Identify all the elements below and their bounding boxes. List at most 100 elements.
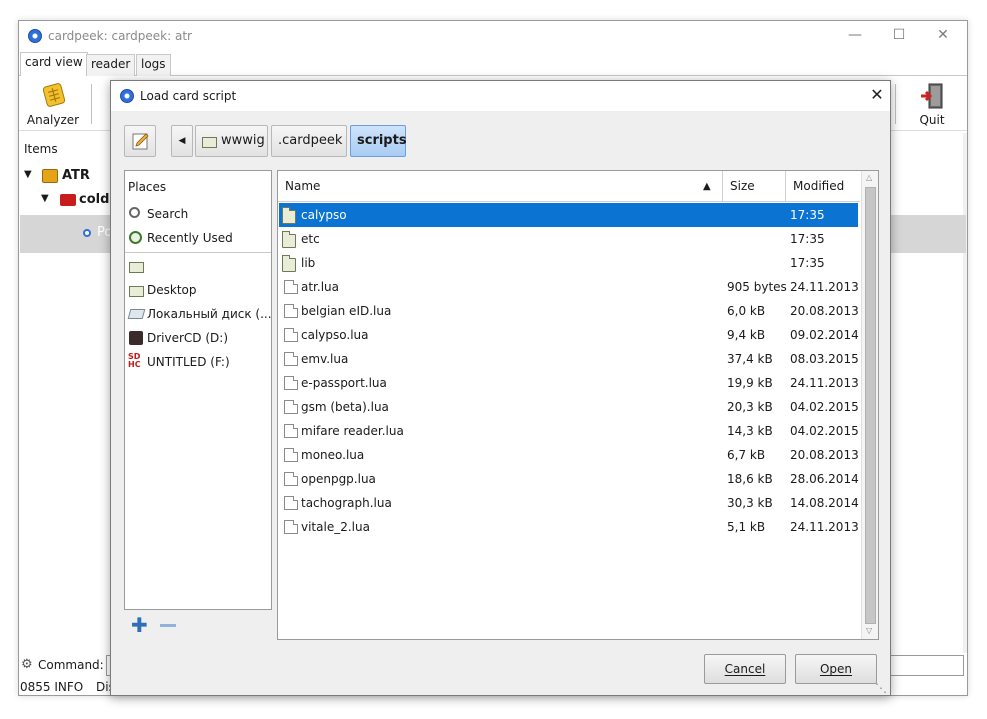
file-row[interactable]: atr.lua 905 bytes 24.11.2013 <box>279 275 859 299</box>
file-icon <box>284 328 298 342</box>
file-size: 19,9 kB <box>727 376 773 390</box>
file-modified: 08.03.2015 <box>790 352 859 366</box>
path-item-scripts[interactable]: scripts <box>350 125 407 157</box>
file-name: calypso.lua <box>301 328 369 342</box>
magnifier-icon <box>129 207 140 218</box>
file-row[interactable]: calypso.lua 9,4 kB 09.02.2014 <box>279 323 859 347</box>
card-icon <box>42 169 58 183</box>
file-row[interactable]: vitale_2.lua 5,1 kB 24.11.2013 <box>279 515 859 539</box>
file-row[interactable]: emv.lua 37,4 kB 08.03.2015 <box>279 347 859 371</box>
file-row[interactable]: moneo.lua 6,7 kB 20.08.2013 <box>279 443 859 467</box>
folder-icon <box>282 255 296 272</box>
file-modified: 09.02.2014 <box>790 328 859 342</box>
quit-button[interactable]: Quit <box>903 80 961 128</box>
file-row[interactable]: tachograph.lua 30,3 kB 14.08.2014 <box>279 491 859 515</box>
toolbar-separator <box>91 84 92 124</box>
path-item-wwwig[interactable]: wwwig <box>195 125 268 157</box>
file-icon <box>284 472 298 486</box>
file-name: openpgp.lua <box>301 472 376 486</box>
cancel-button[interactable]: Cancel <box>704 654 786 684</box>
tab-reader[interactable]: reader <box>86 54 136 76</box>
file-list-header: Name ▲ Size Modified <box>278 171 860 202</box>
file-row[interactable]: openpgp.lua 18,6 kB 28.06.2014 <box>279 467 859 491</box>
file-modified: 24.11.2013 <box>790 280 859 294</box>
file-row[interactable]: gsm (beta).lua 20,3 kB 04.02.2015 <box>279 395 859 419</box>
type-location-button[interactable] <box>124 125 156 157</box>
cd-drive-icon <box>129 331 143 345</box>
path-back-button[interactable]: ◀ <box>171 125 193 157</box>
expand-arrow-icon[interactable]: ▼ <box>24 169 32 180</box>
file-icon <box>284 448 298 462</box>
file-modified: 04.02.2015 <box>790 400 859 414</box>
close-icon[interactable]: ✕ <box>868 86 886 104</box>
file-icon <box>284 520 298 534</box>
places-buttons: ✚ <box>124 613 272 641</box>
file-size: 5,1 kB <box>727 520 766 534</box>
file-icon <box>284 304 298 318</box>
file-name: atr.lua <box>301 280 339 294</box>
chevron-left-icon: ◀ <box>178 136 186 146</box>
file-icon <box>284 496 298 510</box>
add-bookmark-icon[interactable]: ✚ <box>131 615 148 635</box>
maximize-icon[interactable]: ☐ <box>891 27 907 43</box>
file-modified: 17:35 <box>790 256 825 270</box>
file-row[interactable]: mifare reader.lua 14,3 kB 04.02.2015 <box>279 419 859 443</box>
atr-node-icon <box>60 194 76 206</box>
file-row[interactable]: etc 17:35 <box>279 227 858 251</box>
file-name: tachograph.lua <box>301 496 392 510</box>
file-icon <box>284 424 298 438</box>
dialog-titlebar: Load card script ✕ <box>111 81 890 111</box>
open-button[interactable]: Open <box>795 654 877 684</box>
remove-bookmark-icon[interactable] <box>160 624 176 627</box>
file-modified: 04.02.2015 <box>790 424 859 438</box>
expand-arrow-icon[interactable]: ▼ <box>41 193 49 204</box>
file-row[interactable]: lib 17:35 <box>279 251 858 275</box>
file-size: 18,6 kB <box>727 472 773 486</box>
node-bullet-icon <box>83 229 91 237</box>
file-size: 905 bytes <box>727 280 787 294</box>
file-size: 20,3 kB <box>727 400 773 414</box>
close-icon[interactable]: ✕ <box>935 27 951 43</box>
analyzer-button[interactable]: Analyzer <box>24 80 82 128</box>
app-icon <box>28 29 42 43</box>
chip-card-icon <box>42 83 66 107</box>
file-row[interactable]: calypso 17:35 <box>279 203 858 227</box>
file-row[interactable]: e-passport.lua 19,9 kB 24.11.2013 <box>279 371 859 395</box>
gear-icon: ⚙ <box>21 657 33 672</box>
file-name: moneo.lua <box>301 448 365 462</box>
column-modified[interactable]: Modified <box>786 171 860 202</box>
clock-icon <box>129 231 142 244</box>
dialog-title: Load card script <box>140 89 237 103</box>
file-modified: 14.08.2014 <box>790 496 859 510</box>
file-modified: 24.11.2013 <box>790 520 859 534</box>
scrollbar-thumb[interactable] <box>865 187 876 624</box>
minimize-icon[interactable]: — <box>847 27 863 43</box>
file-size: 30,3 kB <box>727 496 773 510</box>
sd-card-icon: SD HC <box>128 352 141 369</box>
file-list-scrollbar[interactable]: △ ▽ <box>861 171 878 639</box>
places-separator <box>125 252 271 253</box>
file-modified: 20.08.2013 <box>790 304 859 318</box>
scroll-down-icon[interactable]: ▽ <box>866 626 872 635</box>
file-name: etc <box>301 232 320 246</box>
file-modified: 28.06.2014 <box>790 472 859 486</box>
tab-card-view[interactable]: card view <box>20 52 88 76</box>
path-item-cardpeek[interactable]: .cardpeek <box>271 125 347 157</box>
file-row[interactable]: belgian eID.lua 6,0 kB 20.08.2013 <box>279 299 859 323</box>
resize-grip-icon[interactable]: ⋱ <box>875 681 887 695</box>
exit-door-icon <box>921 83 943 109</box>
column-size[interactable]: Size <box>723 171 786 202</box>
file-modified: 24.11.2013 <box>790 376 859 390</box>
file-size: 6,0 kB <box>727 304 766 318</box>
file-name: belgian eID.lua <box>301 304 392 318</box>
scroll-up-icon[interactable]: △ <box>866 173 872 182</box>
file-name: vitale_2.lua <box>301 520 370 534</box>
file-modified: 17:35 <box>790 208 825 222</box>
folder-icon <box>282 231 296 248</box>
folder-icon <box>129 262 144 273</box>
main-scrollbar[interactable] <box>963 133 967 653</box>
file-size: 9,4 kB <box>727 328 766 342</box>
file-size: 6,7 kB <box>727 448 766 462</box>
column-name[interactable]: Name ▲ <box>278 171 723 202</box>
tab-logs[interactable]: logs <box>136 54 171 76</box>
